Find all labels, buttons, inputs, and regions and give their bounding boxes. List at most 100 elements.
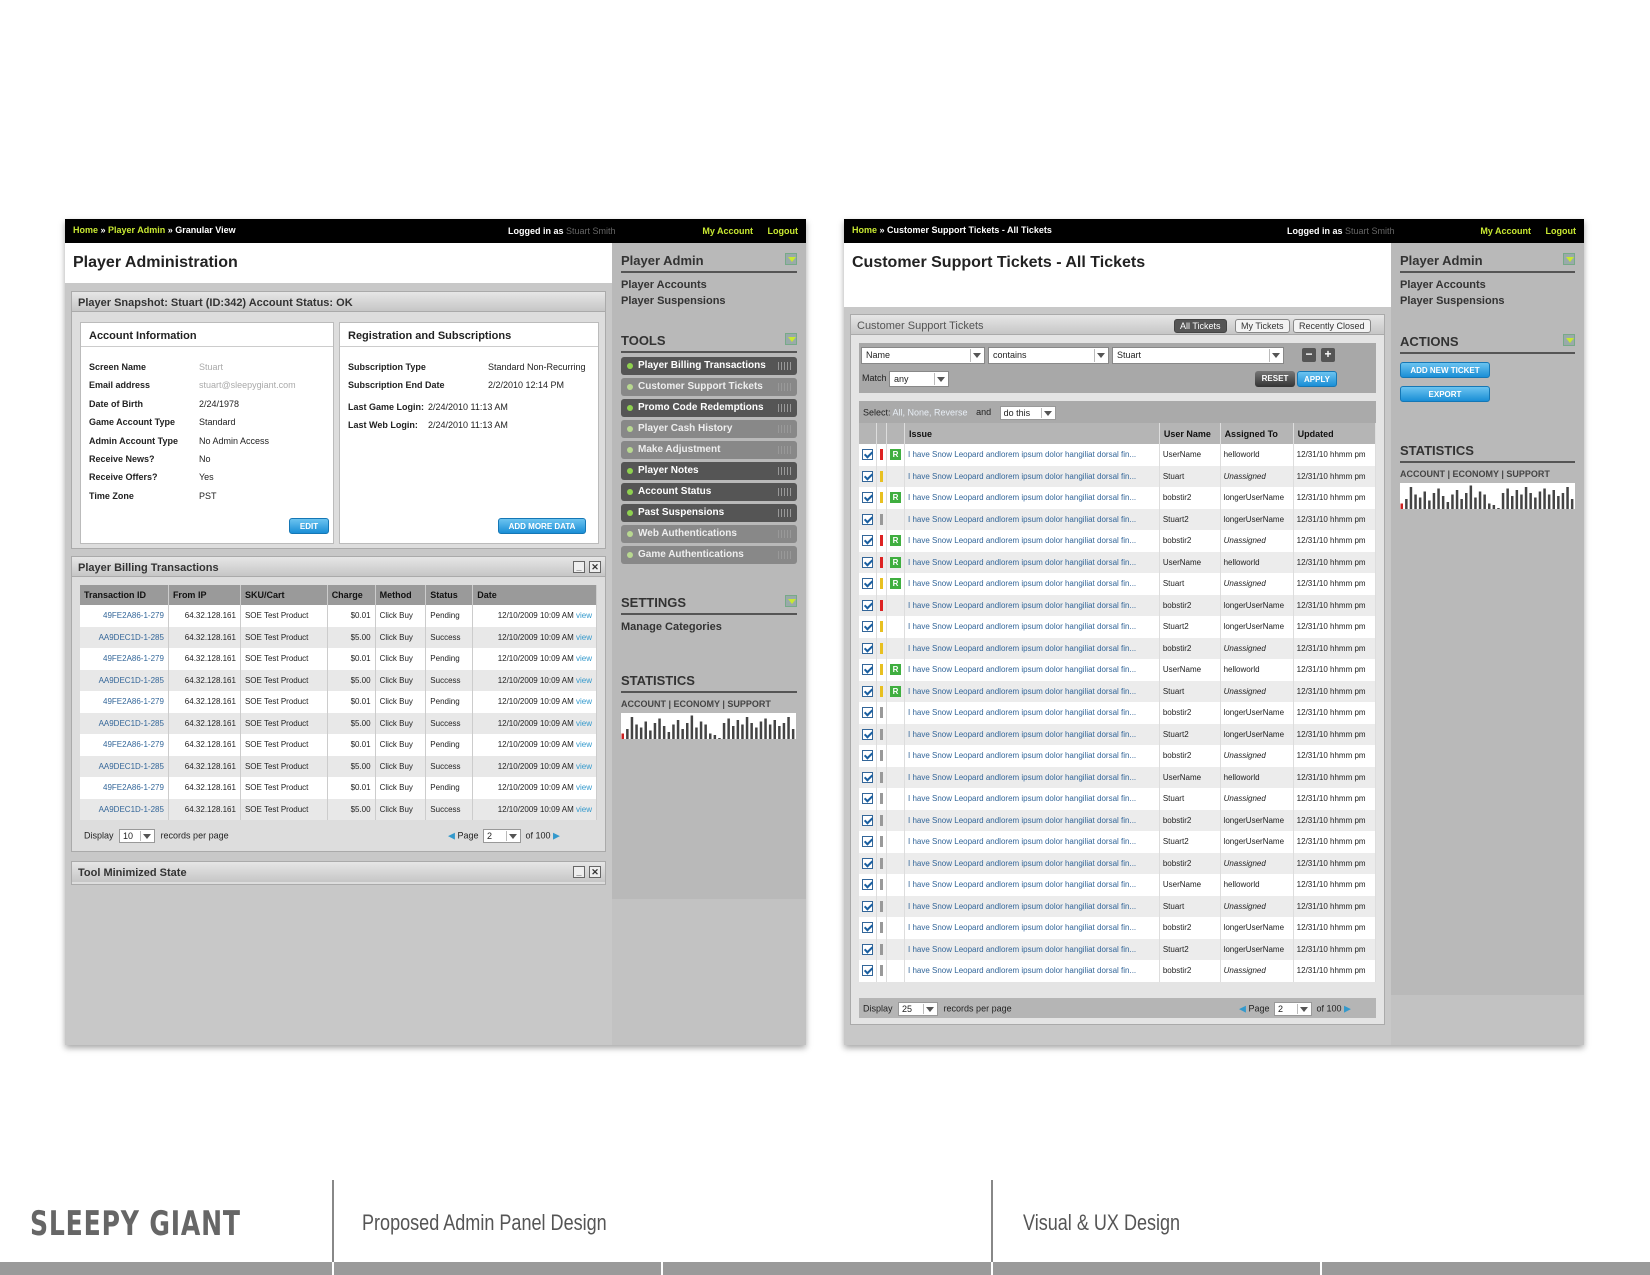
column-header[interactable]: Method bbox=[375, 585, 427, 605]
table-row[interactable]: R I have Snow Leopard andlorem ipsum dolo… bbox=[859, 487, 1377, 509]
issue-link[interactable]: I have Snow Leopard andlorem ipsum dolor… bbox=[908, 902, 1136, 911]
row-checkbox[interactable] bbox=[862, 943, 873, 955]
column-header[interactable]: SKU/Cart bbox=[240, 585, 328, 605]
table-cell[interactable]: AA9DEC1D-1-285 bbox=[80, 626, 169, 648]
table-cell[interactable]: I have Snow Leopard andlorem ipsum dolor… bbox=[904, 465, 1160, 487]
close-icon[interactable]: ✕ bbox=[589, 866, 601, 878]
table-cell[interactable]: I have Snow Leopard andlorem ipsum dolor… bbox=[904, 616, 1160, 638]
collapse-icon[interactable] bbox=[1563, 253, 1575, 265]
sidebar-item-player-accounts[interactable]: Player Accounts bbox=[1400, 279, 1575, 291]
table-cell[interactable]: AA9DEC1D-1-285 bbox=[80, 669, 169, 691]
column-header[interactable]: From IP bbox=[168, 585, 241, 605]
row-checkbox[interactable] bbox=[862, 664, 873, 676]
view-link[interactable]: view bbox=[576, 805, 592, 814]
table-row[interactable]: I have Snow Leopard andlorem ipsum dolor… bbox=[859, 465, 1377, 487]
table-row[interactable]: I have Snow Leopard andlorem ipsum dolor… bbox=[859, 831, 1377, 853]
issue-link[interactable]: I have Snow Leopard andlorem ipsum dolor… bbox=[908, 601, 1136, 610]
table-cell[interactable]: I have Snow Leopard andlorem ipsum dolor… bbox=[904, 530, 1160, 552]
row-checkbox[interactable] bbox=[862, 965, 873, 977]
table-row[interactable]: AA9DEC1D-1-285 64.32.128.161 SOE Test Prod… bbox=[80, 755, 597, 777]
filter-operator-select[interactable]: contains bbox=[988, 347, 1109, 364]
column-header[interactable]: Assigned To bbox=[1220, 423, 1294, 444]
row-checkbox[interactable] bbox=[862, 793, 873, 805]
row-checkbox[interactable] bbox=[862, 728, 873, 740]
table-row[interactable]: I have Snow Leopard andlorem ipsum dolor… bbox=[859, 809, 1377, 831]
breadcrumb-home[interactable]: Home bbox=[73, 225, 98, 235]
table-cell[interactable]: 49FE2A86-1-279 bbox=[80, 605, 169, 627]
table-row[interactable]: I have Snow Leopard andlorem ipsum dolor… bbox=[859, 874, 1377, 896]
collapse-icon[interactable] bbox=[785, 253, 797, 265]
issue-link[interactable]: I have Snow Leopard andlorem ipsum dolor… bbox=[908, 730, 1136, 739]
row-checkbox[interactable] bbox=[862, 621, 873, 633]
table-row[interactable]: AA9DEC1D-1-285 64.32.128.161 SOE Test Prod… bbox=[80, 626, 597, 648]
issue-link[interactable]: I have Snow Leopard andlorem ipsum dolor… bbox=[908, 536, 1136, 545]
drag-handle-icon[interactable] bbox=[778, 509, 792, 517]
row-checkbox[interactable] bbox=[862, 513, 873, 525]
row-checkbox[interactable] bbox=[862, 449, 873, 461]
table-row[interactable]: I have Snow Leopard andlorem ipsum dolor… bbox=[859, 938, 1377, 960]
row-checkbox[interactable] bbox=[862, 922, 873, 934]
table-row[interactable]: I have Snow Leopard andlorem ipsum dolor… bbox=[859, 788, 1377, 810]
table-row[interactable]: I have Snow Leopard andlorem ipsum dolor… bbox=[859, 594, 1377, 616]
table-row[interactable]: I have Snow Leopard andlorem ipsum dolor… bbox=[859, 723, 1377, 745]
table-cell[interactable]: I have Snow Leopard andlorem ipsum dolor… bbox=[904, 895, 1160, 917]
add-more-data-button[interactable]: ADD MORE DATA bbox=[498, 518, 586, 534]
row-checkbox[interactable] bbox=[862, 857, 873, 869]
prev-page-icon[interactable]: ◀ bbox=[1239, 1003, 1246, 1013]
row-checkbox[interactable] bbox=[862, 836, 873, 848]
table-cell[interactable]: I have Snow Leopard andlorem ipsum dolor… bbox=[904, 444, 1160, 466]
row-checkbox[interactable] bbox=[862, 470, 873, 482]
table-cell[interactable]: AA9DEC1D-1-285 bbox=[80, 712, 169, 734]
row-checkbox[interactable] bbox=[862, 535, 873, 547]
tab-recently-closed[interactable]: Recently Closed bbox=[1293, 319, 1371, 333]
add-filter-icon[interactable]: + bbox=[1321, 348, 1335, 362]
issue-link[interactable]: I have Snow Leopard andlorem ipsum dolor… bbox=[908, 687, 1136, 696]
tool-item[interactable]: Customer Support Tickets bbox=[621, 378, 797, 396]
next-page-icon[interactable]: ▶ bbox=[553, 830, 560, 840]
table-row[interactable]: R I have Snow Leopard andlorem ipsum dolo… bbox=[859, 680, 1377, 702]
drag-handle-icon[interactable] bbox=[778, 425, 792, 433]
minimize-icon[interactable]: _ bbox=[573, 866, 585, 878]
table-cell[interactable]: I have Snow Leopard andlorem ipsum dolor… bbox=[904, 659, 1160, 681]
table-cell[interactable]: I have Snow Leopard andlorem ipsum dolor… bbox=[904, 702, 1160, 724]
issue-link[interactable]: I have Snow Leopard andlorem ipsum dolor… bbox=[908, 923, 1136, 932]
row-checkbox[interactable] bbox=[862, 771, 873, 783]
export-button[interactable]: EXPORT bbox=[1400, 386, 1490, 402]
table-cell[interactable]: I have Snow Leopard andlorem ipsum dolor… bbox=[904, 917, 1160, 939]
issue-link[interactable]: I have Snow Leopard andlorem ipsum dolor… bbox=[908, 816, 1136, 825]
sidebar-item-manage-categories[interactable]: Manage Categories bbox=[621, 621, 797, 633]
issue-link[interactable]: I have Snow Leopard andlorem ipsum dolor… bbox=[908, 945, 1136, 954]
table-cell[interactable]: I have Snow Leopard andlorem ipsum dolor… bbox=[904, 680, 1160, 702]
table-cell[interactable]: I have Snow Leopard andlorem ipsum dolor… bbox=[904, 723, 1160, 745]
add-new-ticket-button[interactable]: ADD NEW TICKET bbox=[1400, 362, 1490, 378]
tool-item[interactable]: Player Cash History bbox=[621, 420, 797, 438]
issue-link[interactable]: I have Snow Leopard andlorem ipsum dolor… bbox=[908, 579, 1136, 588]
table-cell[interactable]: 49FE2A86-1-279 bbox=[80, 777, 169, 799]
table-row[interactable]: I have Snow Leopard andlorem ipsum dolor… bbox=[859, 917, 1377, 939]
tool-item[interactable]: Promo Code Redemptions bbox=[621, 399, 797, 417]
issue-link[interactable]: I have Snow Leopard andlorem ipsum dolor… bbox=[908, 515, 1136, 524]
issue-link[interactable]: I have Snow Leopard andlorem ipsum dolor… bbox=[908, 493, 1136, 502]
tool-item[interactable]: Player Billing Transactions bbox=[621, 357, 797, 375]
row-checkbox[interactable] bbox=[862, 578, 873, 590]
table-row[interactable]: 49FE2A86-1-279 64.32.128.161 SOE Test Prod… bbox=[80, 734, 597, 756]
table-row[interactable]: I have Snow Leopard andlorem ipsum dolor… bbox=[859, 895, 1377, 917]
table-cell[interactable]: 49FE2A86-1-279 bbox=[80, 734, 169, 756]
drag-handle-icon[interactable] bbox=[778, 551, 792, 559]
table-cell[interactable]: I have Snow Leopard andlorem ipsum dolor… bbox=[904, 551, 1160, 573]
row-checkbox[interactable] bbox=[862, 814, 873, 826]
table-row[interactable]: AA9DEC1D-1-285 64.32.128.161 SOE Test Prod… bbox=[80, 712, 597, 734]
table-row[interactable]: R I have Snow Leopard andlorem ipsum dolo… bbox=[859, 530, 1377, 552]
bulk-action-select[interactable]: do this bbox=[999, 406, 1056, 420]
statistics-tabs[interactable]: ACCOUNT | ECONOMY | SUPPORT bbox=[1400, 469, 1575, 479]
page-select[interactable]: 2 bbox=[482, 829, 521, 843]
row-checkbox[interactable] bbox=[862, 750, 873, 762]
issue-link[interactable]: I have Snow Leopard andlorem ipsum dolor… bbox=[908, 665, 1136, 674]
column-header[interactable]: User Name bbox=[1159, 423, 1221, 444]
drag-handle-icon[interactable] bbox=[778, 488, 792, 496]
table-cell[interactable]: I have Snow Leopard andlorem ipsum dolor… bbox=[904, 508, 1160, 530]
issue-link[interactable]: I have Snow Leopard andlorem ipsum dolor… bbox=[908, 773, 1136, 782]
table-row[interactable]: I have Snow Leopard andlorem ipsum dolor… bbox=[859, 745, 1377, 767]
table-cell[interactable]: 49FE2A86-1-279 bbox=[80, 648, 169, 670]
row-checkbox[interactable] bbox=[862, 900, 873, 912]
